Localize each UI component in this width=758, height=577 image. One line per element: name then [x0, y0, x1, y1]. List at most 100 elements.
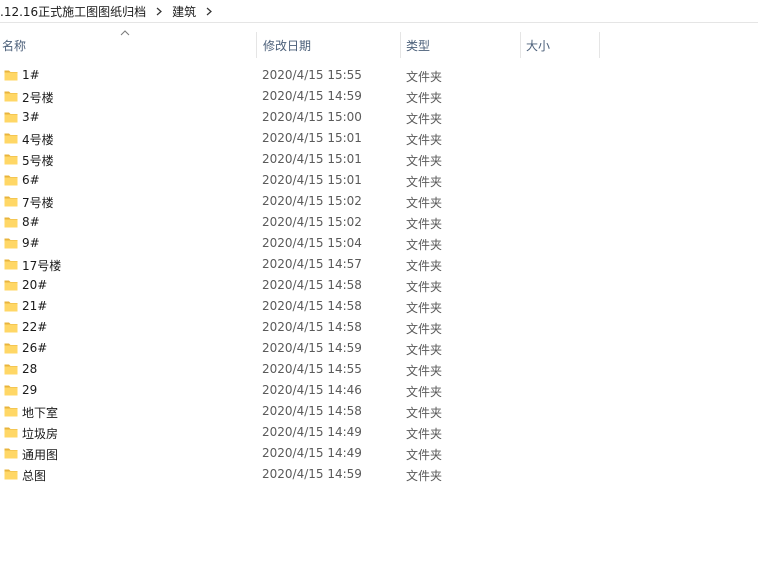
list-item[interactable]: 3# 2020/4/15 15:00 文件夹 — [0, 107, 758, 128]
column-header-date[interactable]: 修改日期 — [256, 32, 400, 58]
list-item[interactable]: 28 2020/4/15 14:55 文件夹 — [0, 359, 758, 380]
folder-icon — [4, 469, 18, 480]
folder-icon — [4, 91, 18, 102]
file-type: 文件夹 — [406, 112, 443, 126]
folder-icon — [4, 112, 18, 123]
list-item[interactable]: 26# 2020/4/15 14:59 文件夹 — [0, 338, 758, 359]
folder-icon — [4, 175, 18, 186]
file-date: 2020/4/15 15:02 — [262, 215, 362, 229]
file-name: 8# — [22, 215, 40, 229]
file-name: 22# — [22, 320, 48, 334]
column-header-row: 名称 修改日期 类型 大小 — [0, 28, 758, 62]
file-type: 文件夹 — [406, 469, 443, 483]
file-type: 文件夹 — [406, 91, 443, 105]
list-item[interactable]: 29 2020/4/15 14:46 文件夹 — [0, 380, 758, 401]
file-type: 文件夹 — [406, 154, 443, 168]
folder-icon — [4, 196, 18, 207]
file-type: 文件夹 — [406, 406, 443, 420]
list-item[interactable]: 22# 2020/4/15 14:58 文件夹 — [0, 317, 758, 338]
file-name: 7号楼 — [22, 196, 54, 210]
folder-icon — [4, 385, 18, 396]
column-header-type[interactable]: 类型 — [400, 32, 520, 58]
file-type: 文件夹 — [406, 70, 443, 84]
file-date: 2020/4/15 14:46 — [262, 383, 362, 397]
file-list: 1# 2020/4/15 15:55 文件夹 2号楼 2020/4/15 14:59 文件… — [0, 65, 758, 485]
file-type: 文件夹 — [406, 301, 443, 315]
folder-icon — [4, 364, 18, 375]
list-item[interactable]: 20# 2020/4/15 14:58 文件夹 — [0, 275, 758, 296]
list-item[interactable]: 垃圾房 2020/4/15 14:49 文件夹 — [0, 422, 758, 443]
list-item[interactable]: 总图 2020/4/15 14:59 文件夹 — [0, 464, 758, 485]
list-item[interactable]: 4号楼 2020/4/15 15:01 文件夹 — [0, 128, 758, 149]
file-name: 总图 — [22, 469, 47, 483]
folder-icon — [4, 448, 18, 459]
folder-icon — [4, 238, 18, 249]
file-name: 1# — [22, 68, 40, 82]
list-item[interactable]: 5号楼 2020/4/15 15:01 文件夹 — [0, 149, 758, 170]
list-item[interactable]: 2号楼 2020/4/15 14:59 文件夹 — [0, 86, 758, 107]
file-name: 2号楼 — [22, 91, 54, 105]
list-item[interactable]: 8# 2020/4/15 15:02 文件夹 — [0, 212, 758, 233]
folder-icon — [4, 217, 18, 228]
list-item[interactable]: 6# 2020/4/15 15:01 文件夹 — [0, 170, 758, 191]
folder-icon — [4, 70, 18, 81]
file-date: 2020/4/15 15:04 — [262, 236, 362, 250]
list-item[interactable]: 9# 2020/4/15 15:04 文件夹 — [0, 233, 758, 254]
file-date: 2020/4/15 14:58 — [262, 320, 362, 334]
file-date: 2020/4/15 15:01 — [262, 131, 362, 145]
file-date: 2020/4/15 15:02 — [262, 194, 362, 208]
file-name: 28 — [22, 362, 38, 376]
file-date: 2020/4/15 14:49 — [262, 425, 362, 439]
file-type: 文件夹 — [406, 427, 443, 441]
file-date: 2020/4/15 14:55 — [262, 362, 362, 376]
column-header-name[interactable]: 名称 — [0, 32, 256, 58]
file-name: 垃圾房 — [22, 427, 59, 441]
file-type: 文件夹 — [406, 196, 443, 210]
chevron-right-icon[interactable] — [148, 0, 170, 23]
file-name: 4号楼 — [22, 133, 54, 147]
column-header-size[interactable]: 大小 — [520, 32, 600, 58]
file-name: 6# — [22, 173, 40, 187]
file-name: 20# — [22, 278, 48, 292]
file-date: 2020/4/15 14:59 — [262, 89, 362, 103]
folder-icon — [4, 280, 18, 291]
folder-icon — [4, 427, 18, 438]
folder-icon — [4, 154, 18, 165]
folder-icon — [4, 322, 18, 333]
file-name: 地下室 — [22, 406, 59, 420]
breadcrumb-item-parent[interactable]: .12.16正式施工图图纸归档 — [0, 3, 148, 20]
list-item[interactable]: 地下室 2020/4/15 14:58 文件夹 — [0, 401, 758, 422]
file-date: 2020/4/15 14:58 — [262, 278, 362, 292]
list-item[interactable]: 1# 2020/4/15 15:55 文件夹 — [0, 65, 758, 86]
file-type: 文件夹 — [406, 385, 443, 399]
file-type: 文件夹 — [406, 259, 443, 273]
file-type: 文件夹 — [406, 280, 443, 294]
file-type: 文件夹 — [406, 364, 443, 378]
file-type: 文件夹 — [406, 238, 443, 252]
file-date: 2020/4/15 14:58 — [262, 404, 362, 418]
file-type: 文件夹 — [406, 448, 443, 462]
folder-icon — [4, 301, 18, 312]
folder-icon — [4, 133, 18, 144]
list-item[interactable]: 通用图 2020/4/15 14:49 文件夹 — [0, 443, 758, 464]
file-name: 5号楼 — [22, 154, 54, 168]
file-name: 29 — [22, 383, 38, 397]
file-date: 2020/4/15 15:01 — [262, 152, 362, 166]
file-type: 文件夹 — [406, 175, 443, 189]
folder-icon — [4, 406, 18, 417]
chevron-right-icon[interactable] — [198, 0, 220, 23]
folder-icon — [4, 343, 18, 354]
file-date: 2020/4/15 14:59 — [262, 341, 362, 355]
file-date: 2020/4/15 15:00 — [262, 110, 362, 124]
file-name: 26# — [22, 341, 48, 355]
list-item[interactable]: 21# 2020/4/15 14:58 文件夹 — [0, 296, 758, 317]
file-name: 17号楼 — [22, 259, 62, 273]
file-date: 2020/4/15 14:57 — [262, 257, 362, 271]
list-item[interactable]: 7号楼 2020/4/15 15:02 文件夹 — [0, 191, 758, 212]
list-item[interactable]: 17号楼 2020/4/15 14:57 文件夹 — [0, 254, 758, 275]
file-name: 3# — [22, 110, 40, 124]
breadcrumb-item-current[interactable]: 建筑 — [170, 3, 198, 20]
file-date: 2020/4/15 14:59 — [262, 467, 362, 481]
file-date: 2020/4/15 15:01 — [262, 173, 362, 187]
address-bar[interactable]: .12.16正式施工图图纸归档 建筑 — [0, 0, 758, 23]
